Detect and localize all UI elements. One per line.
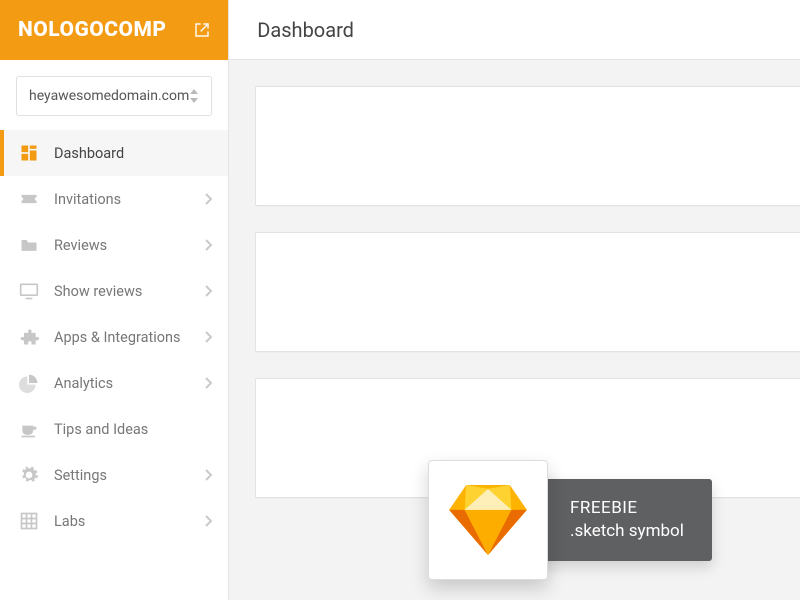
freebie-line1: FREEBIE [570,497,684,520]
sidebar-item-invitations[interactable]: Invitations [0,176,228,222]
ticket-icon [18,188,40,210]
chevron-right-icon [204,331,212,343]
sketch-icon [449,485,527,555]
puzzle-icon [18,326,40,348]
brand-name: NOLOGOCOMP [18,18,167,42]
sidebar-item-label: Show reviews [54,283,142,300]
freebie-label: FREEBIE .sketch symbol [536,479,712,561]
sidebar-item-label: Analytics [54,375,113,392]
sort-icon [189,89,199,103]
chevron-right-icon [204,285,212,297]
chevron-right-icon [204,469,212,481]
sidebar-item-label: Dashboard [54,145,124,162]
open-external-icon[interactable] [194,22,210,38]
freebie-callout: FREEBIE .sketch symbol [428,460,712,580]
piechart-icon [18,372,40,394]
sidebar-item-dashboard[interactable]: Dashboard [0,130,228,176]
sidebar-nav: Dashboard Invitations Reviews Show revie… [0,126,228,544]
sidebar-item-label: Labs [54,513,85,530]
topbar: Dashboard [229,0,800,60]
chevron-right-icon [204,193,212,205]
coffee-icon [18,418,40,440]
sidebar-item-label: Reviews [54,237,107,254]
sidebar-item-analytics[interactable]: Analytics [0,360,228,406]
folder-icon [18,234,40,256]
sketch-logo-tile [428,460,548,580]
domain-select-wrap: heyawesomedomain.com [0,60,228,126]
brand-bar: NOLOGOCOMP [0,0,228,60]
sidebar-item-settings[interactable]: Settings [0,452,228,498]
sidebar-item-label: Invitations [54,191,121,208]
dashboard-icon [18,142,40,164]
sidebar-item-label: Tips and Ideas [54,421,148,438]
freebie-line2: .sketch symbol [570,520,684,543]
sidebar-item-label: Apps & Integrations [54,329,181,346]
sidebar-item-label: Settings [54,467,107,484]
chevron-right-icon [204,377,212,389]
sidebar-item-reviews[interactable]: Reviews [0,222,228,268]
sidebar: NOLOGOCOMP heyawesomedomain.com Dashboar… [0,0,229,600]
chevron-right-icon [204,239,212,251]
dashboard-card [255,86,800,206]
gear-icon [18,464,40,486]
sidebar-item-show-reviews[interactable]: Show reviews [0,268,228,314]
sidebar-item-apps[interactable]: Apps & Integrations [0,314,228,360]
page-title: Dashboard [257,18,354,42]
sidebar-item-tips[interactable]: Tips and Ideas [0,406,228,452]
dashboard-card [255,232,800,352]
domain-select-value: heyawesomedomain.com [29,88,189,104]
domain-select[interactable]: heyawesomedomain.com [16,76,212,116]
sidebar-item-labs[interactable]: Labs [0,498,228,544]
chevron-right-icon [204,515,212,527]
grid-icon [18,510,40,532]
screen-icon [18,280,40,302]
